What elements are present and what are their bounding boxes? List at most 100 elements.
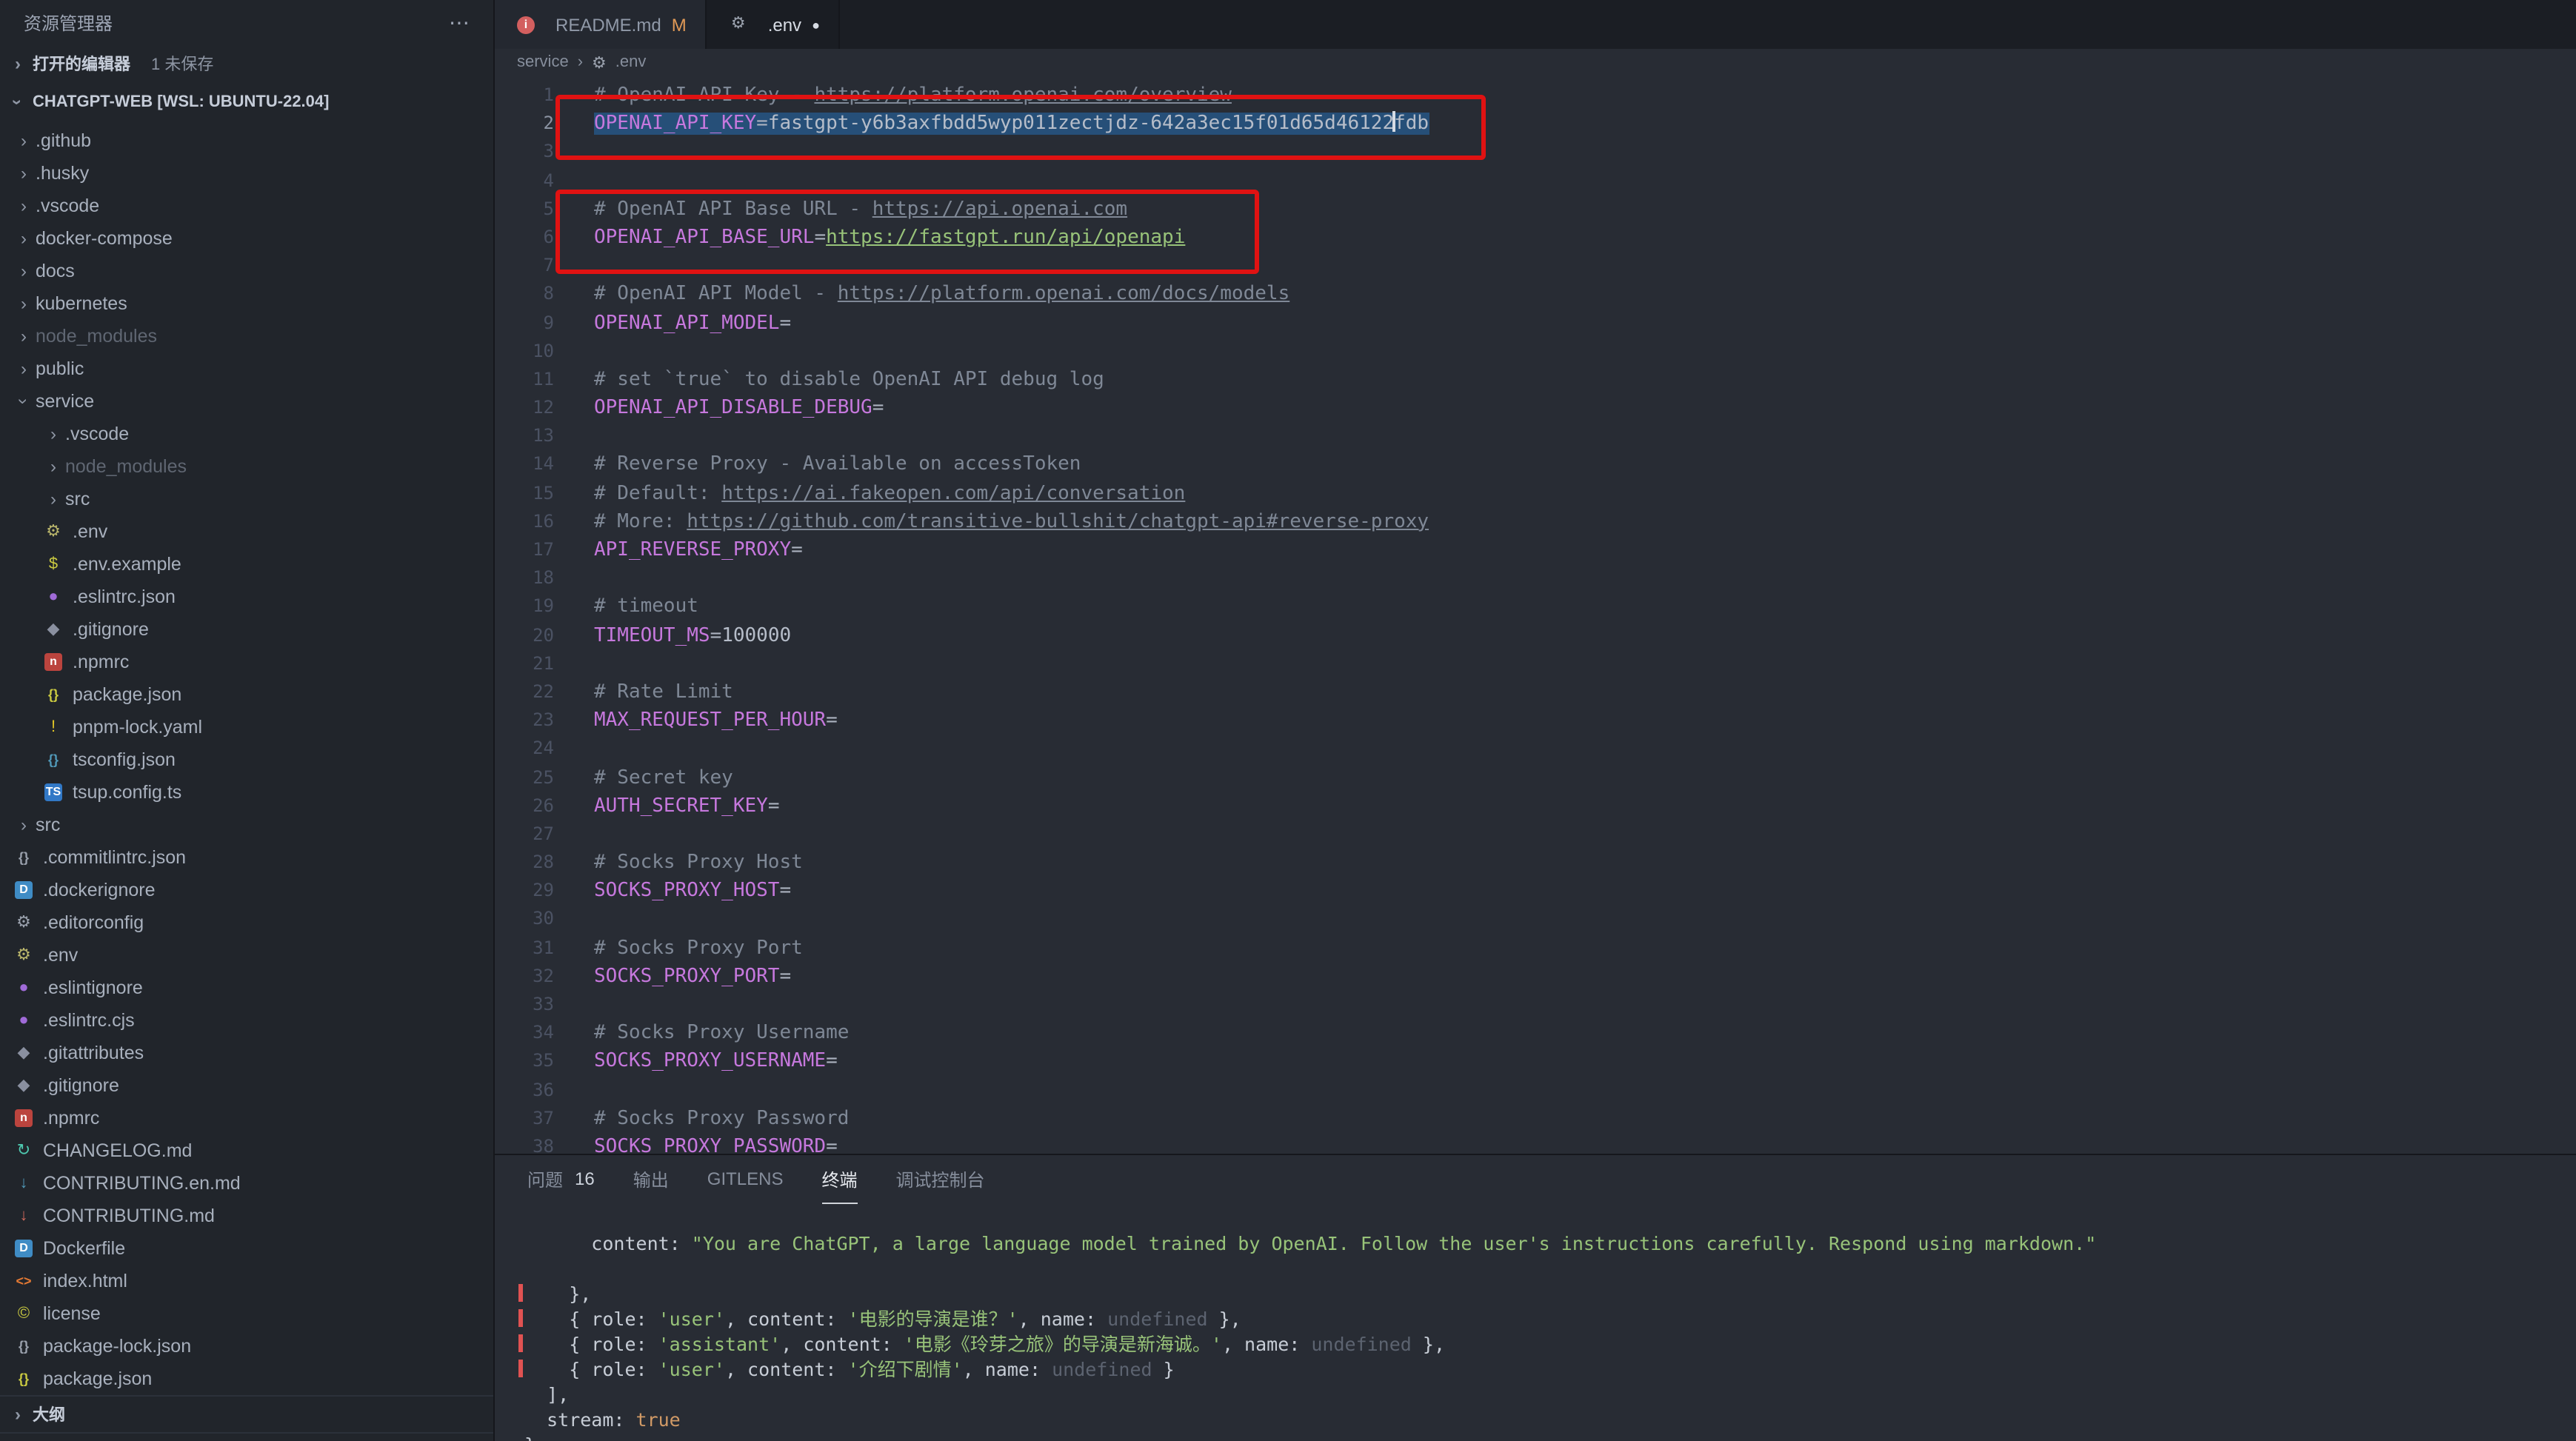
tree-file-.gitattributes[interactable]: ◆.gitattributes [0, 1037, 493, 1069]
editor-line-25[interactable]: 25# Secret key [495, 763, 2576, 792]
tree-folder-service[interactable]: ›service [0, 385, 493, 418]
tab-.env[interactable]: ⚙.env● [707, 0, 841, 49]
tree-file-index.html[interactable]: <>index.html [0, 1265, 493, 1297]
editor-line-29[interactable]: 29SOCKS_PROXY_HOST= [495, 877, 2576, 906]
tab-README.md[interactable]: iREADME.mdM [495, 0, 707, 49]
tree-file-.eslintrc.json[interactable]: ●.eslintrc.json [0, 581, 493, 613]
tree-file-license[interactable]: ©license [0, 1297, 493, 1330]
outline-section-header[interactable]: › 大纲 [0, 1395, 493, 1432]
editor-line-23[interactable]: 23MAX_REQUEST_PER_HOUR= [495, 706, 2576, 735]
editor-line-6[interactable]: 6OPENAI_API_BASE_URL=https://fastgpt.run… [495, 224, 2576, 252]
editor-line-11[interactable]: 11# set `true` to disable OpenAI API deb… [495, 366, 2576, 394]
editor-line-9[interactable]: 9OPENAI_API_MODEL= [495, 309, 2576, 337]
tree-folder-src[interactable]: ›src [0, 809, 493, 841]
editor-line-14[interactable]: 14# Reverse Proxy - Available on accessT… [495, 451, 2576, 479]
tree-file-.gitignore[interactable]: ◆.gitignore [0, 613, 493, 646]
tree-folder-docker-compose[interactable]: ›docker-compose [0, 222, 493, 255]
tree-folder-.husky[interactable]: ›.husky [0, 157, 493, 190]
breadcrumb-folder[interactable]: service [517, 53, 569, 71]
breadcrumb[interactable]: service › ⚙ .env [495, 49, 2576, 76]
open-editors-header[interactable]: › 打开的编辑器 1 未保存 [0, 44, 493, 83]
tree-file-.dockerignore[interactable]: D.dockerignore [0, 874, 493, 906]
editor-line-1[interactable]: 1# OpenAI API Key - https://platform.ope… [495, 81, 2576, 110]
editor-line-35[interactable]: 35SOCKS_PROXY_USERNAME= [495, 1048, 2576, 1076]
tree-folder-public[interactable]: ›public [0, 352, 493, 385]
project-root-header[interactable]: › CHATGPT-WEB [WSL: UBUNTU-22.04] [0, 83, 493, 121]
tree-file-.npmrc[interactable]: n.npmrc [0, 646, 493, 678]
tree-file-Dockerfile[interactable]: DDockerfile [0, 1232, 493, 1265]
tree-file-.env.example[interactable]: $.env.example [0, 548, 493, 581]
breadcrumb-file[interactable]: .env [615, 53, 647, 71]
editor-line-37[interactable]: 37# Socks Proxy Password [495, 1105, 2576, 1133]
editor-line-10[interactable]: 10 [495, 337, 2576, 365]
editor-line-2[interactable]: 2OPENAI_API_KEY=fastgpt-y6b3axfbdd5wyp01… [495, 110, 2576, 138]
tree-file-pnpm-lock.yaml[interactable]: !pnpm-lock.yaml [0, 711, 493, 743]
tree-folder-.vscode[interactable]: ›.vscode [0, 418, 493, 450]
tree-file-.editorconfig[interactable]: ⚙.editorconfig [0, 906, 493, 939]
editor-line-36[interactable]: 36 [495, 1076, 2576, 1104]
editor-line-27[interactable]: 27 [495, 820, 2576, 849]
editor-line-4[interactable]: 4 [495, 167, 2576, 195]
panel-tab-输出[interactable]: 输出 [633, 1155, 669, 1204]
tree-file-.eslintignore[interactable]: ●.eslintignore [0, 972, 493, 1004]
token: # Reverse Proxy - Available on accessTok… [594, 454, 1081, 476]
editor-line-31[interactable]: 31# Socks Proxy Port [495, 934, 2576, 962]
tree-folder-node_modules[interactable]: ›node_modules [0, 320, 493, 352]
tree-folder-.vscode[interactable]: ›.vscode [0, 190, 493, 222]
code-editor[interactable]: 1# OpenAI API Key - https://platform.ope… [495, 76, 2576, 1155]
tree-file-CONTRIBUTING.md[interactable]: ↓CONTRIBUTING.md [0, 1200, 493, 1232]
editor-line-21[interactable]: 21 [495, 650, 2576, 678]
tree-file-package.json[interactable]: {}package.json [0, 1363, 493, 1395]
timeline-section-header[interactable]: › 时间线 [0, 1432, 493, 1441]
editor-line-12[interactable]: 12OPENAI_API_DISABLE_DEBUG= [495, 394, 2576, 422]
git-icon: ◆ [12, 1045, 36, 1061]
editor-line-16[interactable]: 16# More: https://github.com/transitive-… [495, 508, 2576, 536]
editor-line-30[interactable]: 30 [495, 906, 2576, 934]
editor-line-13[interactable]: 13 [495, 423, 2576, 451]
npm-icon: n [44, 653, 62, 671]
editor-line-17[interactable]: 17API_REVERSE_PROXY= [495, 536, 2576, 564]
panel-tab-终端[interactable]: 终端 [822, 1155, 858, 1204]
more-actions-icon[interactable]: ⋯ [449, 10, 470, 35]
tree-folder-docs[interactable]: ›docs [0, 255, 493, 287]
terminal-line-8: stream: true [524, 1407, 2576, 1432]
tree-file-CHANGELOG.md[interactable]: ↻CHANGELOG.md [0, 1134, 493, 1167]
terminal-token: '介绍下剧情' [848, 1358, 963, 1380]
editor-line-26[interactable]: 26AUTH_SECRET_KEY= [495, 792, 2576, 820]
tree-file-.env[interactable]: ⚙.env [0, 939, 493, 972]
terminal-token: }, [1412, 1333, 1445, 1355]
tree-file-.commitlintrc.json[interactable]: {}.commitlintrc.json [0, 841, 493, 874]
tree-file-tsconfig.json[interactable]: {}tsconfig.json [0, 743, 493, 776]
tree-file-CONTRIBUTING.en.md[interactable]: ↓CONTRIBUTING.en.md [0, 1167, 493, 1200]
editor-line-38[interactable]: 38SOCKS_PROXY_PASSWORD= [495, 1133, 2576, 1155]
panel-tab-GITLENS[interactable]: GITLENS [707, 1155, 784, 1204]
tree-folder-kubernetes[interactable]: ›kubernetes [0, 287, 493, 320]
editor-line-15[interactable]: 15# Default: https://ai.fakeopen.com/api… [495, 479, 2576, 507]
panel-tab-调试控制台[interactable]: 调试控制台 [896, 1155, 985, 1204]
tree-folder-.github[interactable]: ›.github [0, 124, 493, 157]
editor-line-24[interactable]: 24 [495, 735, 2576, 763]
editor-line-22[interactable]: 22# Rate Limit [495, 678, 2576, 706]
editor-line-33[interactable]: 33 [495, 991, 2576, 1019]
tree-file-.eslintrc.cjs[interactable]: ●.eslintrc.cjs [0, 1004, 493, 1037]
tree-file-.env[interactable]: ⚙.env [0, 515, 493, 548]
editor-line-34[interactable]: 34# Socks Proxy Username [495, 1019, 2576, 1047]
editor-line-3[interactable]: 3 [495, 138, 2576, 167]
editor-line-7[interactable]: 7 [495, 252, 2576, 280]
tree-folder-node_modules[interactable]: ›node_modules [0, 450, 493, 483]
tree-file-tsup.config.ts[interactable]: TStsup.config.ts [0, 776, 493, 809]
editor-line-5[interactable]: 5# OpenAI API Base URL - https://api.ope… [495, 195, 2576, 224]
tree-file-package-lock.json[interactable]: {}package-lock.json [0, 1330, 493, 1363]
editor-line-19[interactable]: 19# timeout [495, 593, 2576, 621]
tree-folder-src[interactable]: ›src [0, 483, 493, 515]
tree-file-.gitignore[interactable]: ◆.gitignore [0, 1069, 493, 1102]
editor-line-20[interactable]: 20TIMEOUT_MS=100000 [495, 621, 2576, 649]
editor-line-28[interactable]: 28# Socks Proxy Host [495, 849, 2576, 877]
editor-line-18[interactable]: 18 [495, 564, 2576, 592]
editor-line-8[interactable]: 8# OpenAI API Model - https://platform.o… [495, 281, 2576, 309]
tree-file-.npmrc[interactable]: n.npmrc [0, 1102, 493, 1134]
tree-file-package.json[interactable]: {}package.json [0, 678, 493, 711]
panel-tab-问题[interactable]: 问题16 [527, 1155, 595, 1204]
editor-line-32[interactable]: 32SOCKS_PROXY_PORT= [495, 963, 2576, 991]
terminal-output[interactable]: content: "You are ChatGPT, a large langu… [495, 1204, 2576, 1441]
